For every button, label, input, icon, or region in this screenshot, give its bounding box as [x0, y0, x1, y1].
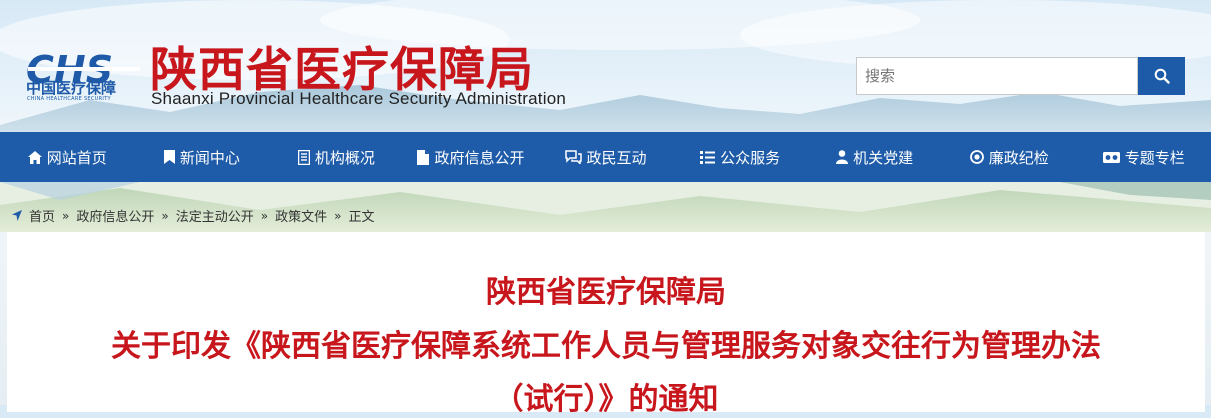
nav-item-label: 政民互动	[587, 147, 647, 168]
target-icon	[970, 150, 984, 164]
nav-item-label: 公众服务	[720, 147, 780, 168]
search-input[interactable]	[856, 57, 1138, 95]
breadcrumb-policy-documents[interactable]: 政策文件	[275, 206, 327, 225]
nav-item-home[interactable]: 网站首页	[0, 132, 135, 182]
home-icon	[28, 151, 42, 164]
nav-item-public-service[interactable]: 公众服务	[673, 132, 808, 182]
nav-item-label: 网站首页	[47, 147, 107, 168]
breadcrumb: 首页 » 政府信息公开 » 法定主动公开 » 政策文件 » 正文	[12, 206, 374, 225]
nav-item-organization[interactable]: 机构概况	[269, 132, 404, 182]
article-panel: 陕西省医疗保障局 关于印发《陕西省医疗保障系统工作人员与管理服务对象交往行为管理…	[7, 232, 1205, 412]
breadcrumb-separator: »	[62, 209, 69, 223]
breadcrumb-current: 正文	[348, 206, 374, 225]
breadcrumb-statutory-disclosure[interactable]: 法定主动公开	[176, 206, 254, 225]
nav-item-label: 机关党建	[853, 147, 913, 168]
site-header: CHS 中国医疗保障 CHINA HEALTHCARE SECURITY 陕西省…	[0, 0, 1211, 132]
search-icon	[1154, 68, 1170, 84]
article-title-line-2: 关于印发《陕西省医疗保障系统工作人员与管理服务对象交往行为管理办法	[7, 321, 1205, 365]
user-icon	[836, 150, 848, 164]
nav-item-integrity[interactable]: 廉政纪检	[942, 132, 1077, 182]
breadcrumb-separator: »	[161, 209, 168, 223]
nav-item-label: 专题专栏	[1125, 147, 1185, 168]
nav-item-special-topics[interactable]: 专题专栏	[1077, 132, 1211, 182]
breadcrumb-separator: »	[261, 209, 268, 223]
nav-item-party-building[interactable]: 机关党建	[807, 132, 942, 182]
article-title-line-3: （试行）》的通知	[7, 374, 1205, 418]
book-icon	[298, 150, 310, 165]
nav-item-label: 政府信息公开	[434, 147, 524, 168]
breadcrumb-home[interactable]: 首页	[29, 206, 55, 225]
nav-item-interaction[interactable]: 政民互动	[538, 132, 673, 182]
breadcrumb-gov-info[interactable]: 政府信息公开	[76, 206, 154, 225]
list-icon	[700, 151, 715, 164]
logo-chinese-text: 中国医疗保障	[26, 77, 116, 98]
columns-icon	[1103, 151, 1120, 164]
file-icon	[417, 150, 429, 165]
nav-item-news[interactable]: 新闻中心	[135, 132, 270, 182]
search-button[interactable]	[1138, 57, 1185, 95]
logo-english-text: CHINA HEALTHCARE SECURITY	[27, 96, 111, 102]
main-navigation: 网站首页 新闻中心 机构概况 政府信息公开 政民互动 公众服务 机关党建 廉政纪…	[0, 132, 1211, 182]
chat-icon	[565, 150, 582, 164]
article-title-line-1: 陕西省医疗保障局	[7, 267, 1205, 311]
nav-item-label: 机构概况	[315, 147, 375, 168]
location-arrow-icon	[12, 210, 22, 221]
nav-item-gov-info[interactable]: 政府信息公开	[404, 132, 539, 182]
breadcrumb-separator: »	[334, 209, 341, 223]
bookmark-icon	[164, 150, 175, 164]
nav-item-label: 新闻中心	[180, 147, 240, 168]
site-subtitle: Shaanxi Provincial Healthcare Security A…	[151, 89, 566, 109]
nav-item-label: 廉政纪检	[989, 147, 1049, 168]
